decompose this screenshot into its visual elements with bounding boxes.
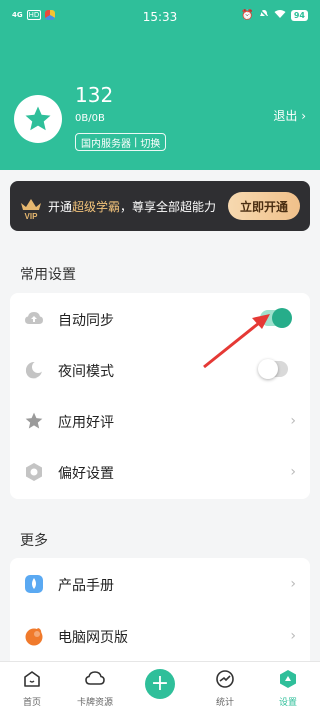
vip-text-prefix: 开通 (48, 200, 73, 214)
alarm-icon: ⏰ (241, 10, 254, 21)
tab-settings[interactable]: 设置 (258, 662, 318, 711)
home-icon (24, 671, 40, 687)
add-button[interactable]: + (145, 669, 175, 699)
chevron-right-icon: › (290, 464, 296, 480)
cloud-icon (85, 671, 105, 685)
section-title-more: 更多 (20, 533, 48, 549)
logout-button[interactable]: 退出 › (273, 107, 306, 124)
more-label: 电脑网页版 (58, 630, 128, 646)
wifi-icon (274, 9, 286, 22)
vip-badge-text: VIP (25, 212, 39, 220)
vip-crown-icon: VIP (18, 194, 44, 224)
user-name: 132 (75, 83, 114, 107)
setting-app-rating[interactable]: 应用好评 › (10, 395, 310, 447)
server-switch-button[interactable]: 国内服务器 | 切换 (75, 133, 167, 151)
storage-usage: 0B/0B (75, 113, 105, 124)
avatar[interactable] (14, 95, 62, 143)
cloud-upload-icon (25, 312, 43, 324)
section-title-common: 常用设置 (20, 267, 76, 283)
tab-stats[interactable]: 统计 (195, 662, 255, 711)
chevron-right-icon: › (301, 109, 306, 123)
more-card: 产品手册 › 电脑网页版 › (10, 558, 310, 668)
star-avatar-icon (25, 106, 51, 131)
vip-banner[interactable]: VIP 开通超级学霸，尊享全部超能力 立即开通 (10, 181, 310, 231)
more-web-version[interactable]: 电脑网页版 › (10, 610, 310, 662)
moon-icon (25, 361, 44, 379)
switch-label: 切换 (140, 138, 161, 150)
stats-icon (216, 670, 234, 688)
tab-home[interactable]: 首页 (2, 662, 62, 711)
vip-open-button[interactable]: 立即开通 (228, 192, 300, 220)
vip-text-suffix: ，尊享全部超能力 (120, 200, 217, 214)
status-bar: 4G HD 15:33 ⏰ 94 (0, 0, 320, 34)
hexagon-settings-icon (26, 463, 42, 481)
setting-label: 自动同步 (58, 313, 114, 329)
profile-header: 4G HD 15:33 ⏰ 94 132 0B/0B 国内服务器 | 切换 退出… (0, 0, 320, 170)
star-icon (25, 412, 43, 429)
setting-preferences[interactable]: 偏好设置 › (10, 446, 310, 498)
more-product-manual[interactable]: 产品手册 › (10, 558, 310, 610)
battery-icon: 94 (290, 10, 308, 21)
setting-label: 偏好设置 (58, 466, 114, 482)
tab-label: 卡牌资源 (76, 698, 113, 708)
vip-text-highlight: 超级学霸 (72, 200, 121, 214)
plus-icon: + (150, 671, 170, 696)
divider: | (134, 136, 138, 148)
setting-label: 应用好评 (58, 415, 114, 431)
tab-label: 首页 (22, 698, 41, 708)
chevron-right-icon: › (290, 628, 296, 644)
settings-icon (280, 670, 296, 688)
tab-card-resources[interactable]: 卡牌资源 (65, 662, 125, 711)
tab-label: 设置 (278, 698, 297, 708)
vip-promo-text: 开通超级学霸，尊享全部超能力 (48, 198, 216, 215)
annotation-arrow (203, 314, 270, 369)
tab-label: 统计 (215, 698, 234, 708)
more-label: 产品手册 (58, 578, 114, 594)
status-right: ⏰ 94 (241, 9, 308, 22)
mute-icon (259, 9, 269, 22)
setting-label: 夜间模式 (58, 364, 114, 380)
web-version-icon (25, 628, 43, 646)
server-label: 国内服务器 (81, 138, 131, 150)
manual-icon (25, 575, 43, 593)
logout-label: 退出 (273, 109, 298, 123)
chevron-right-icon: › (290, 413, 296, 429)
chevron-right-icon: › (290, 576, 296, 592)
